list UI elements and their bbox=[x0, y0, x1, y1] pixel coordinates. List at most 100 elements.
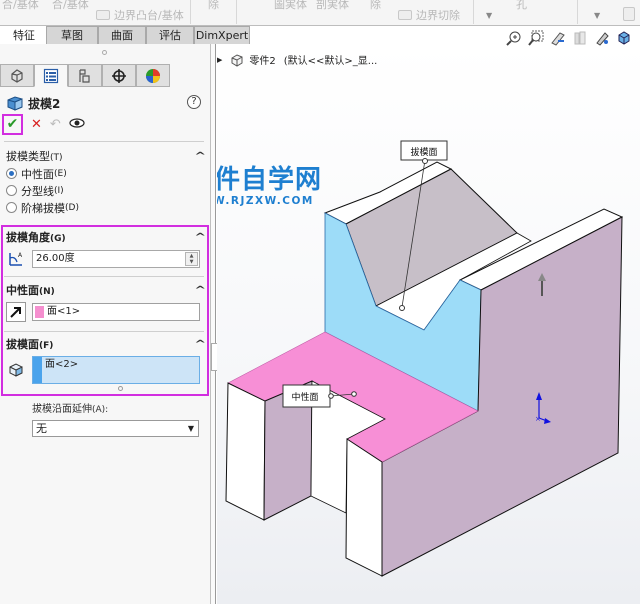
display-style-icon[interactable] bbox=[615, 29, 633, 47]
ribbon-item[interactable]: 除 bbox=[208, 0, 219, 12]
collapse-icon[interactable]: ^ bbox=[194, 339, 206, 350]
chevron-down-icon: ▼ bbox=[187, 424, 194, 433]
dimxpert-manager-icon bbox=[112, 68, 126, 83]
zoom-to-fit-icon[interactable] bbox=[505, 29, 523, 47]
callout-anchor bbox=[328, 393, 334, 399]
section-view-icon[interactable] bbox=[571, 29, 589, 47]
faces-to-draft-title: 拔模面 bbox=[6, 338, 39, 351]
part-icon bbox=[231, 53, 243, 67]
chevron-down-icon[interactable]: ▼ bbox=[594, 11, 600, 20]
hotkey: (N) bbox=[39, 287, 55, 297]
hotkey: (G) bbox=[50, 234, 66, 244]
display-manager-icon bbox=[146, 68, 160, 83]
tab-sketch[interactable]: 草图 bbox=[46, 26, 98, 44]
undo-button[interactable]: ↶ bbox=[50, 117, 61, 132]
radio-button[interactable] bbox=[6, 202, 17, 213]
feature-manager-icon bbox=[11, 68, 23, 83]
boundary-cut-icon bbox=[398, 10, 412, 20]
faces-to-draft-selection[interactable]: 面<2> bbox=[32, 356, 200, 384]
reverse-direction-icon[interactable] bbox=[6, 302, 26, 322]
neutral-plane-header[interactable]: 中性面(N) ^ bbox=[4, 281, 208, 299]
collapse-icon[interactable]: ^ bbox=[194, 285, 206, 296]
faces-to-draft-header[interactable]: 拔模面(F) ^ bbox=[4, 335, 208, 353]
neutral-plane-selection[interactable]: 面<1> bbox=[32, 303, 200, 321]
collapse-icon[interactable]: ^ bbox=[194, 232, 206, 243]
previous-view-icon[interactable] bbox=[549, 29, 567, 47]
hotkey: (T) bbox=[50, 153, 63, 163]
watermark: 软件自学网 WWW.RJZXW.COM bbox=[217, 165, 322, 207]
draft-type-group: 拔模类型(T) ^ 中性面 (E) 分型线 (I) 阶梯拔模 (D) bbox=[4, 147, 208, 216]
tab-dimxpert[interactable]: DimXpert bbox=[194, 26, 250, 44]
configuration-name: (默认<<默认>_显... bbox=[283, 56, 378, 67]
radio-neutral-plane[interactable]: 中性面 (E) bbox=[4, 165, 208, 182]
face-propagation-text: 拔模沿面延伸 bbox=[32, 404, 92, 415]
draft-feature-icon bbox=[7, 96, 23, 111]
section-divider bbox=[4, 276, 204, 277]
boundary-boss-icon bbox=[96, 10, 110, 20]
boundary-boss-button[interactable]: 边界凸台/基体 bbox=[96, 7, 184, 23]
property-manager-icon bbox=[43, 68, 59, 83]
ribbon-item[interactable]: 合/基体 bbox=[2, 0, 39, 12]
radio-parting-line[interactable]: 分型线 (I) bbox=[4, 182, 208, 199]
cancel-button[interactable]: ✕ bbox=[31, 117, 42, 132]
tab-surfaces[interactable]: 曲面 bbox=[98, 26, 146, 44]
radio-step-draft[interactable]: 阶梯拔模 (D) bbox=[4, 199, 208, 216]
tab-evaluate[interactable]: 评估 bbox=[146, 26, 194, 44]
feature-tree-flyout[interactable]: ▶ 零件2 (默认<<默认>_显... bbox=[217, 52, 377, 67]
action-buttons: ✔ ✕ ↶ bbox=[2, 113, 85, 135]
help-icon[interactable]: ? bbox=[187, 95, 201, 109]
face-propagation-label: 拔模沿面延伸(A): bbox=[32, 400, 108, 415]
tab-features[interactable]: 特征 bbox=[2, 26, 46, 44]
ribbon-item[interactable]: 除 bbox=[370, 0, 381, 12]
hole-wizard-button[interactable]: 孔 bbox=[516, 0, 527, 12]
view-orientation-icon[interactable] bbox=[593, 29, 611, 47]
ribbon-item[interactable]: 合/基体 bbox=[52, 0, 89, 12]
ribbon-item[interactable]: 剖実体 bbox=[316, 0, 349, 12]
preview-eye-icon[interactable] bbox=[69, 117, 85, 132]
right-leg-front[interactable] bbox=[345, 438, 383, 577]
draft-angle-input[interactable]: 26.00度 ▲ ▼ bbox=[32, 250, 200, 268]
callout-anchor bbox=[399, 305, 405, 311]
draft-type-header[interactable]: 拔模类型(T) ^ bbox=[4, 147, 208, 165]
configuration-manager-icon bbox=[79, 68, 90, 83]
expand-arrow-icon[interactable]: ▶ bbox=[217, 56, 222, 64]
watermark-title: 软件自学网 bbox=[217, 165, 323, 195]
part-model[interactable]: 拔模面 中性面 × bbox=[217, 44, 640, 604]
chevron-down-icon[interactable]: ▼ bbox=[486, 11, 492, 20]
draft-face-callout-label: 拔模面 bbox=[410, 146, 437, 158]
graphics-area[interactable]: 拔模面 中性面 × ▶ 零件2 (默认<<默认>_显... 软件自学网 WWW.… bbox=[217, 44, 640, 604]
face-icon bbox=[6, 360, 26, 380]
boundary-cut-button[interactable]: 边界切除 bbox=[398, 7, 460, 23]
radio-button[interactable] bbox=[6, 185, 17, 196]
draft-angle-value: 26.00度 bbox=[36, 253, 75, 264]
ok-button[interactable]: ✔ bbox=[2, 113, 23, 135]
callout-anchor bbox=[351, 391, 357, 397]
left-leg-front[interactable] bbox=[225, 382, 266, 521]
tab-feature-manager[interactable] bbox=[0, 64, 34, 87]
tab-display-manager[interactable] bbox=[136, 64, 170, 87]
shell-icon[interactable] bbox=[623, 7, 635, 21]
neutral-plane-group: 中性面(N) ^ 面<1> bbox=[4, 281, 208, 323]
draft-angle-header[interactable]: 拔模角度(G) ^ bbox=[4, 228, 208, 246]
face-propagation-dropdown[interactable]: 无 ▼ bbox=[32, 420, 199, 437]
ribbon-item[interactable]: 圖実体 bbox=[274, 0, 307, 12]
hotkey: (A): bbox=[92, 405, 109, 415]
ribbon-divider bbox=[577, 0, 578, 24]
tab-property-manager[interactable] bbox=[34, 64, 68, 87]
svg-text:A: A bbox=[18, 252, 23, 259]
tab-dimxpert-manager[interactable] bbox=[102, 64, 136, 87]
panel-grip[interactable] bbox=[102, 50, 107, 55]
collapse-icon[interactable]: ^ bbox=[194, 151, 206, 162]
zoom-to-area-icon[interactable] bbox=[527, 29, 545, 47]
svg-text:×: × bbox=[535, 415, 541, 423]
dropdown-value: 无 bbox=[36, 422, 47, 435]
tab-configuration-manager[interactable] bbox=[68, 64, 102, 87]
property-manager-panel: 拔模2 ? ✔ ✕ ↶ 拔模类型(T) ^ 中性面 (E) 分型线 (I) 阶梯拔模… bbox=[0, 44, 211, 604]
section-divider bbox=[4, 331, 204, 332]
radio-button[interactable] bbox=[6, 168, 17, 179]
ribbon: 合/基体 合/基体 边界凸台/基体 除 圖実体 剖実体 除 边界切除 ▼ 孔 ▼ bbox=[0, 0, 640, 26]
spin-buttons[interactable]: ▲ ▼ bbox=[185, 252, 198, 266]
color-swatch bbox=[35, 306, 44, 318]
panel-splitter[interactable] bbox=[211, 44, 216, 604]
resize-grip[interactable] bbox=[118, 386, 123, 391]
